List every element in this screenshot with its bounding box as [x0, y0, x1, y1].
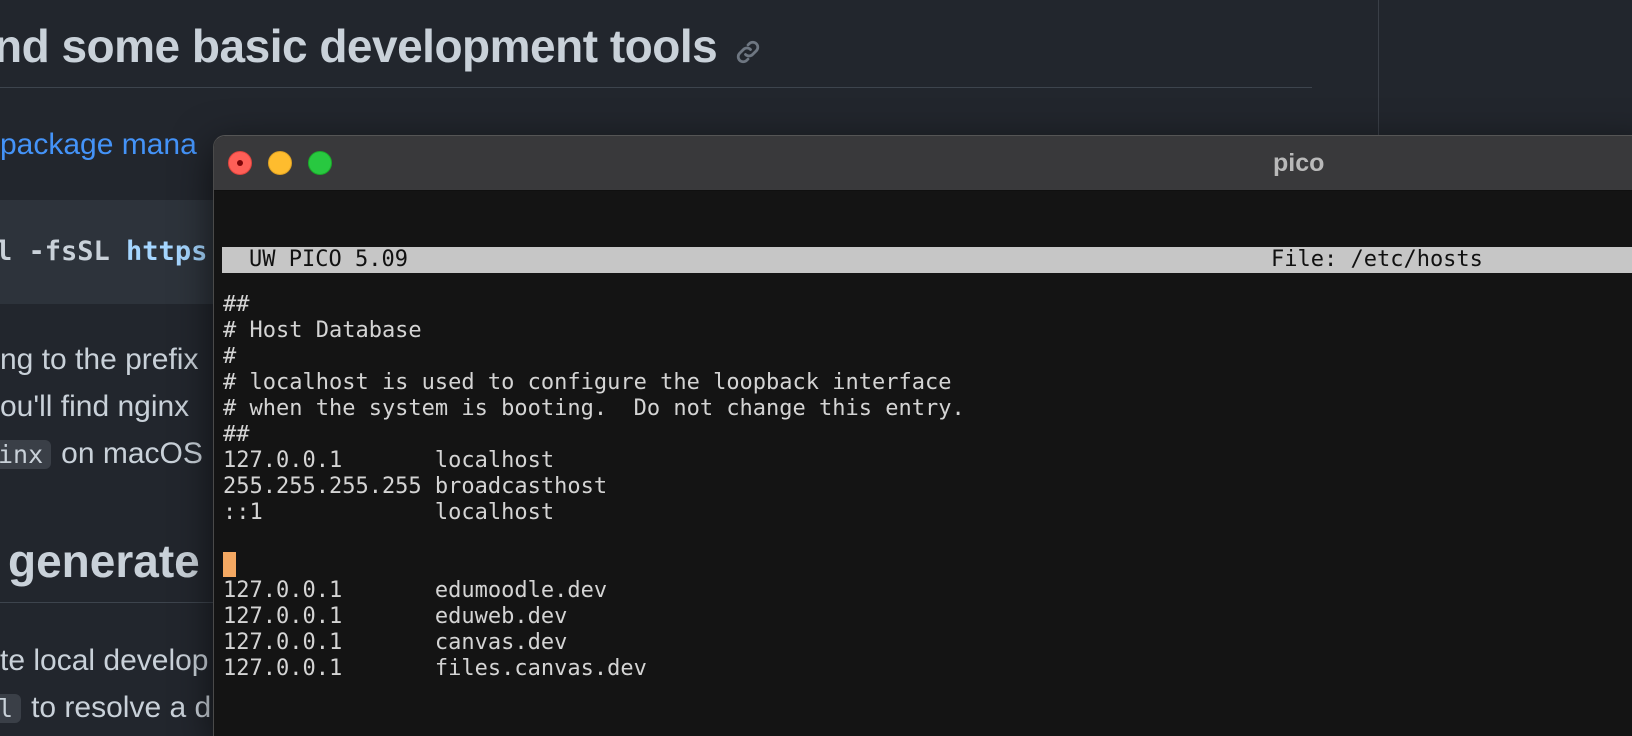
- zoom-window-button[interactable]: [308, 151, 332, 175]
- pico-header-bar: UW PICO 5.09 File: /etc/hosts: [222, 247, 1632, 273]
- editor-line[interactable]: 127.0.0.1 edumoodle.dev: [223, 578, 965, 604]
- heading-divider-2: [0, 602, 240, 603]
- editor-line[interactable]: 127.0.0.1 localhost: [223, 448, 965, 474]
- inline-code: l: [0, 694, 22, 723]
- terminal-window[interactable]: pico UW PICO 5.09 File: /etc/hosts ## # …: [213, 135, 1632, 736]
- pico-version: UW PICO 5.09: [249, 247, 408, 272]
- anchor-link-icon[interactable]: [733, 24, 763, 78]
- close-window-button[interactable]: [228, 151, 252, 175]
- close-icon: [237, 160, 243, 166]
- inline-code: inx: [0, 440, 52, 469]
- package-manager-link[interactable]: package mana: [0, 128, 197, 162]
- code-command: l -fsSL: [0, 236, 127, 267]
- paragraph-line: inx on macOS: [0, 437, 203, 471]
- paragraph-line: te local develop: [0, 644, 209, 677]
- editor-line[interactable]: ##: [223, 292, 965, 318]
- editor-line[interactable]: ##: [223, 422, 965, 448]
- section-heading-2: generate: [8, 535, 200, 587]
- section-heading: nd some basic development tools: [0, 14, 763, 78]
- terminal-body[interactable]: UW PICO 5.09 File: /etc/hosts ## # Host …: [214, 191, 1632, 736]
- paragraph-line: ng to the prefix: [0, 343, 199, 376]
- editor-line[interactable]: # localhost is used to configure the loo…: [223, 370, 965, 396]
- editor-line[interactable]: #: [223, 344, 965, 370]
- editor-line[interactable]: ::1 localhost: [223, 500, 965, 526]
- editor-line[interactable]: 127.0.0.1 canvas.dev: [223, 630, 965, 656]
- heading-divider: [0, 87, 1312, 88]
- editor-line[interactable]: 127.0.0.1 files.canvas.dev: [223, 656, 965, 682]
- editor-line[interactable]: 127.0.0.1 eduweb.dev: [223, 604, 965, 630]
- paragraph-text: to resolve a d: [31, 691, 212, 724]
- window-titlebar[interactable]: pico: [214, 136, 1632, 191]
- code-url: https: [126, 236, 208, 267]
- paragraph-text: on macOS: [61, 437, 203, 470]
- window-title: pico: [1273, 149, 1325, 177]
- text-cursor: [223, 552, 236, 577]
- sidebar-divider: [1378, 0, 1379, 140]
- editor-line[interactable]: # Host Database: [223, 318, 965, 344]
- pico-file-name: File: /etc/hosts: [1271, 247, 1483, 272]
- section-heading-text: nd some basic development tools: [0, 20, 718, 72]
- editor-line-with-cursor[interactable]: [223, 552, 965, 578]
- paragraph-line: l to resolve a d: [0, 691, 211, 725]
- code-block-text: l -fsSL https: [0, 236, 207, 267]
- editor-line[interactable]: # when the system is booting. Do not cha…: [223, 396, 965, 422]
- editor-line[interactable]: [223, 526, 965, 552]
- paragraph-line: ou'll find nginx: [0, 390, 190, 423]
- minimize-window-button[interactable]: [268, 151, 292, 175]
- editor-content[interactable]: ## # Host Database # # localhost is used…: [223, 292, 965, 682]
- editor-line[interactable]: 255.255.255.255 broadcasthost: [223, 474, 965, 500]
